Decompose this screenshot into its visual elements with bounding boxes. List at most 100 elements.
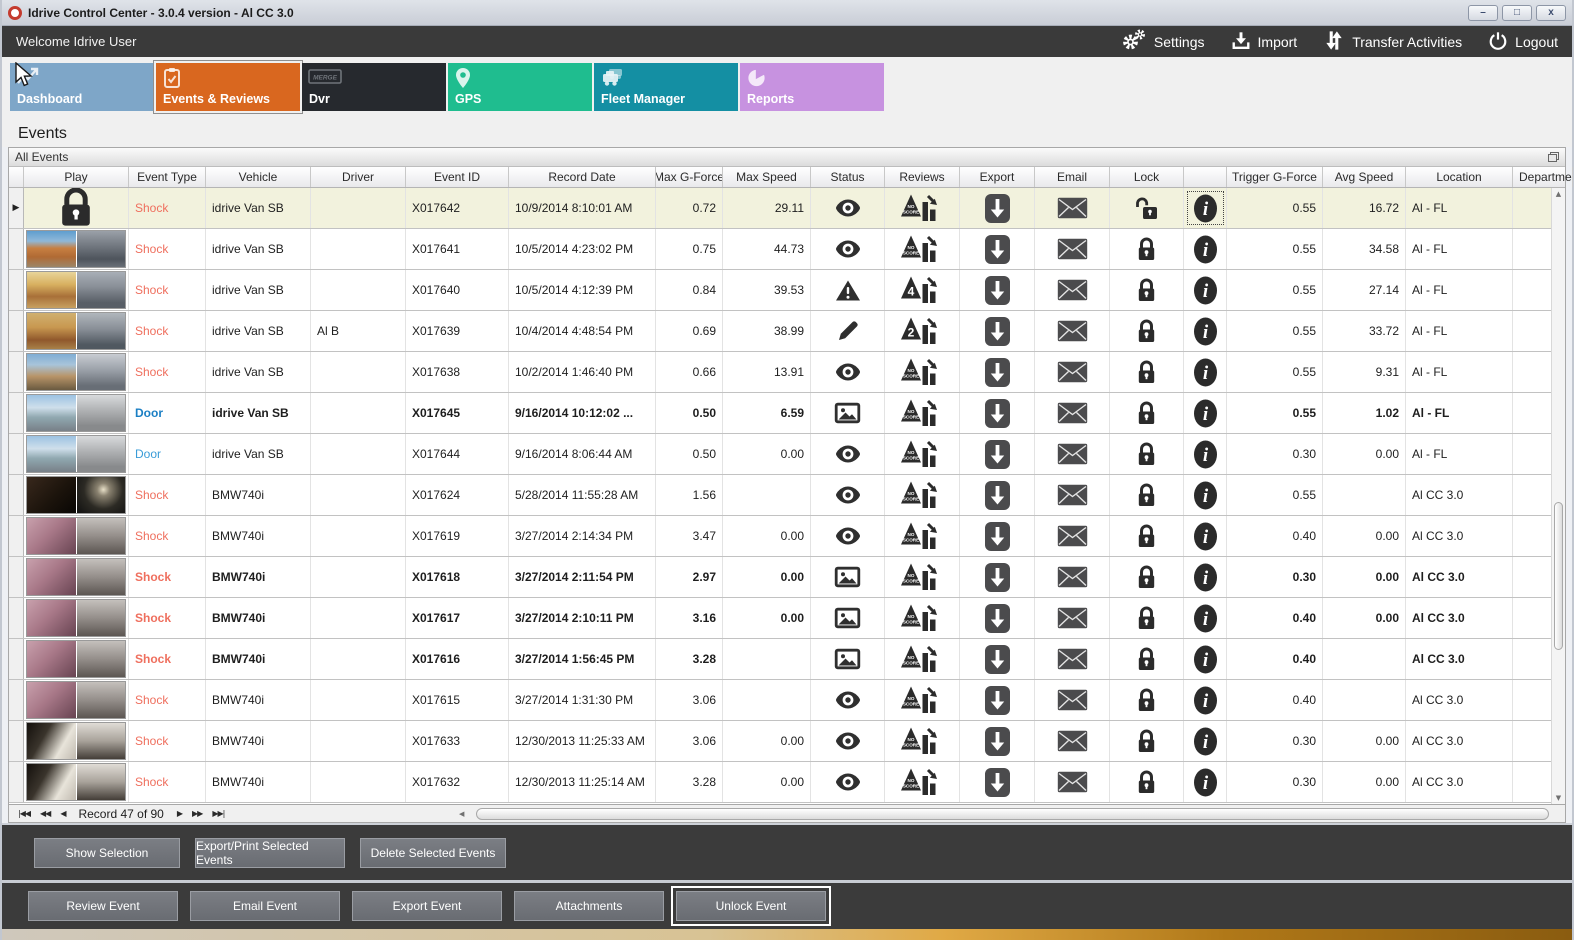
email-icon[interactable] [1035,393,1110,433]
locked-icon[interactable] [1110,598,1184,638]
column-header-vehicle[interactable]: Vehicle [206,167,311,187]
tab-events-reviews[interactable]: Events & Reviews [153,60,303,114]
export-icon[interactable] [960,762,1035,802]
play-thumbnail-cell[interactable] [24,270,129,310]
reviews-score-icon[interactable]: NO SCORE [885,639,960,679]
email-icon[interactable] [1035,188,1110,228]
event-row[interactable]: Shock BMW740i X017619 3/27/2014 2:14:34 PM 3… [9,516,1565,557]
export-icon[interactable] [960,639,1035,679]
play-thumbnail-cell[interactable] [24,721,129,761]
event-thumbnail[interactable] [26,558,126,596]
email-icon[interactable] [1035,598,1110,638]
close-button[interactable]: x [1536,4,1566,21]
review-event-button[interactable]: Review Event [28,891,178,921]
status-image-icon[interactable] [811,557,885,597]
event-row[interactable]: Shock BMW740i X017624 5/28/2014 11:55:28 AM… [9,475,1565,516]
locked-icon[interactable] [1110,270,1184,310]
reviews-score-icon[interactable]: 2 [885,311,960,351]
event-row[interactable]: Shock BMW740i X017617 3/27/2014 2:10:11 PM 3… [9,598,1565,639]
column-header-avg-speed[interactable]: Avg Speed [1323,167,1406,187]
event-thumbnail[interactable] [26,312,126,350]
status-eye-icon[interactable] [811,762,885,802]
scroll-up-icon[interactable]: ▲ [1552,190,1565,198]
scroll-left-icon[interactable]: ◀ [455,810,468,818]
status-eye-icon[interactable] [811,721,885,761]
column-header-record-date[interactable]: Record Date [509,167,656,187]
play-thumbnail-cell[interactable] [24,311,129,351]
status-eye-icon[interactable] [811,352,885,392]
event-row[interactable]: Shock BMW740i X017616 3/27/2014 1:56:45 PM 3… [9,639,1565,680]
info-icon[interactable]: i [1184,270,1227,310]
email-icon[interactable] [1035,639,1110,679]
status-eye-icon[interactable] [811,516,885,556]
locked-icon[interactable] [1110,475,1184,515]
column-header-max-g-force[interactable]: Max G-Force [656,167,723,187]
event-thumbnail[interactable] [26,640,126,678]
tab-reports[interactable]: Reports [740,63,884,111]
play-thumbnail-cell[interactable] [24,762,129,802]
column-header-event-id[interactable]: Event ID [406,167,509,187]
export-icon[interactable] [960,270,1035,310]
info-icon[interactable]: i [1184,680,1227,720]
play-thumbnail-cell[interactable] [24,516,129,556]
attachments-button[interactable]: Attachments [514,891,664,921]
locked-icon[interactable] [1110,762,1184,802]
locked-icon[interactable] [1110,434,1184,474]
column-header-driver[interactable]: Driver [311,167,406,187]
event-thumbnail[interactable] [26,353,126,391]
event-thumbnail[interactable] [26,435,126,473]
reviews-score-icon[interactable]: NO SCORE [885,598,960,638]
play-thumbnail-cell[interactable] [24,639,129,679]
event-row[interactable]: Door idrive Van SB X017645 9/16/2014 10:12:… [9,393,1565,434]
event-thumbnail[interactable] [26,230,126,268]
info-icon[interactable]: i [1184,352,1227,392]
reviews-score-icon[interactable]: NO SCORE [885,393,960,433]
export-icon[interactable] [960,188,1035,228]
info-icon[interactable]: i [1184,598,1227,638]
status-image-icon[interactable] [811,393,885,433]
reviews-score-icon[interactable]: NO SCORE [885,188,960,228]
event-thumbnail[interactable] [26,722,126,760]
email-icon[interactable] [1035,434,1110,474]
column-header-max-speed[interactable]: Max Speed [723,167,811,187]
column-header-email[interactable]: Email [1035,167,1110,187]
export-icon[interactable] [960,229,1035,269]
info-icon[interactable]: i [1184,393,1227,433]
event-thumbnail[interactable] [26,476,126,514]
export-icon[interactable] [960,475,1035,515]
reviews-score-icon[interactable]: NO SCORE [885,434,960,474]
email-icon[interactable] [1035,680,1110,720]
event-row[interactable]: Shock idrive Van SB X017640 10/5/2014 4:12:… [9,270,1565,311]
event-row[interactable]: Shock idrive Van SB X017638 10/2/2014 1:46:… [9,352,1565,393]
play-thumbnail-cell[interactable] [24,434,129,474]
status-eye-icon[interactable] [811,229,885,269]
reviews-score-icon[interactable]: NO SCORE [885,721,960,761]
column-header-trigger-g-force[interactable]: Trigger G-Force [1227,167,1323,187]
reviews-score-icon[interactable]: 4 [885,270,960,310]
status-image-icon[interactable] [811,598,885,638]
locked-icon[interactable] [1110,721,1184,761]
tab-gps[interactable]: GPS [448,63,592,111]
maximize-button[interactable]: □ [1502,4,1532,21]
email-icon[interactable] [1035,557,1110,597]
show-selection-button[interactable]: Show Selection [34,837,180,868]
event-thumbnail[interactable] [26,394,126,432]
info-icon[interactable]: i [1184,721,1227,761]
delete-selected-button[interactable]: Delete Selected Events [360,837,506,868]
locked-icon[interactable] [1110,352,1184,392]
event-row[interactable]: Shock BMW740i X017632 12/30/2013 11:25:14 A… [9,762,1565,803]
column-header-play[interactable]: Play [24,167,129,187]
locked-event-icon[interactable] [24,188,129,228]
horizontal-scroll-thumb[interactable] [476,807,1549,820]
next-record-button[interactable]: ▶ [172,809,187,818]
next-page-button[interactable]: ▶▶ [187,809,207,818]
status-pencil-icon[interactable] [811,311,885,351]
export-icon[interactable] [960,721,1035,761]
play-thumbnail-cell[interactable] [24,475,129,515]
play-thumbnail-cell[interactable] [24,680,129,720]
column-header-status[interactable]: Status [811,167,885,187]
import-button[interactable]: Import [1231,30,1297,54]
column-header-lock[interactable]: Lock [1110,167,1184,187]
info-icon[interactable]: i [1184,229,1227,269]
tab-dvr[interactable]: MERGE Dvr [302,63,446,111]
